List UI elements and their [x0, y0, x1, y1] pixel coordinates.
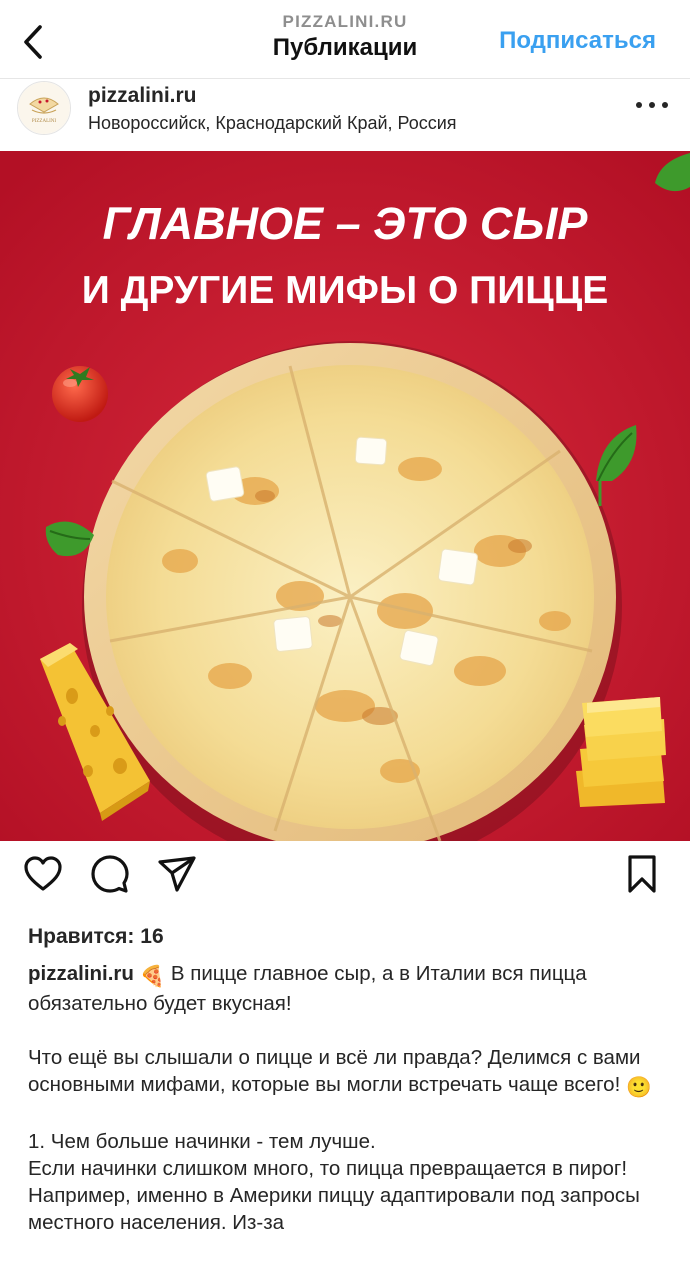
like-button[interactable]	[21, 852, 65, 896]
avatar[interactable]: PIZZALINI	[17, 81, 71, 135]
pizza-emoji-icon: 🍕	[139, 965, 166, 988]
bookmark-icon	[628, 855, 656, 893]
post-username[interactable]: pizzalini.ru	[88, 84, 197, 108]
more-options-button[interactable]	[636, 95, 668, 115]
svg-text:PIZZALINI: PIZZALINI	[32, 119, 56, 124]
post-location[interactable]: Новороссийск, Краснодарский Край, Россия	[88, 113, 457, 134]
heart-icon	[24, 856, 62, 891]
smile-emoji-icon: 🙂	[625, 1076, 652, 1099]
post-caption: pizzalini.ru 🍕 В пицце главное сыр, а в …	[28, 960, 668, 1236]
caption-paragraph: 1. Чем больше начинки - тем лучше. Если …	[28, 1128, 668, 1236]
caption-text: Что ещё вы слышали о пицце и всё ли прав…	[28, 1046, 641, 1096]
dot-icon	[636, 102, 642, 108]
dot-icon	[662, 102, 668, 108]
comment-icon	[91, 855, 129, 893]
post-image-artwork: ГЛАВНОЕ – ЭТО СЫР И ДРУГИЕ МИФЫ О ПИЦЦЕ	[0, 151, 690, 841]
likes-count[interactable]: Нравится: 16	[28, 925, 164, 949]
post-action-bar	[0, 852, 690, 912]
post-header: PIZZALINI pizzalini.ru Новороссийск, Кра…	[0, 79, 690, 151]
caption-text: 1. Чем больше начинки - тем лучше.	[28, 1130, 376, 1153]
caption-paragraph: pizzalini.ru 🍕 В пицце главное сыр, а в …	[28, 960, 668, 1017]
caption-username[interactable]: pizzalini.ru	[28, 962, 134, 985]
save-button[interactable]	[620, 852, 664, 896]
follow-button[interactable]: Подписаться	[499, 27, 656, 55]
tomato-icon	[52, 366, 108, 422]
post-image[interactable]: ГЛАВНОЕ – ЭТО СЫР И ДРУГИЕ МИФЫ О ПИЦЦЕ	[0, 151, 690, 841]
image-headline-line2: И ДРУГИЕ МИФЫ О ПИЦЦЕ	[82, 269, 608, 312]
share-button[interactable]	[155, 852, 199, 896]
cheese-slices-icon	[576, 697, 666, 807]
caption-paragraph: Что ещё вы слышали о пицце и всё ли прав…	[28, 1044, 668, 1101]
paper-plane-icon	[158, 856, 196, 892]
top-navigation-bar: PIZZALINI.RU Публикации Подписаться	[0, 0, 690, 78]
pizzalini-logo-icon: PIZZALINI	[18, 82, 70, 134]
caption-text: Если начинки слишком много, то пицца пре…	[28, 1157, 640, 1234]
image-headline-line1: ГЛАВНОЕ – ЭТО СЫР	[103, 198, 589, 249]
comment-button[interactable]	[88, 852, 132, 896]
dot-icon	[649, 102, 655, 108]
